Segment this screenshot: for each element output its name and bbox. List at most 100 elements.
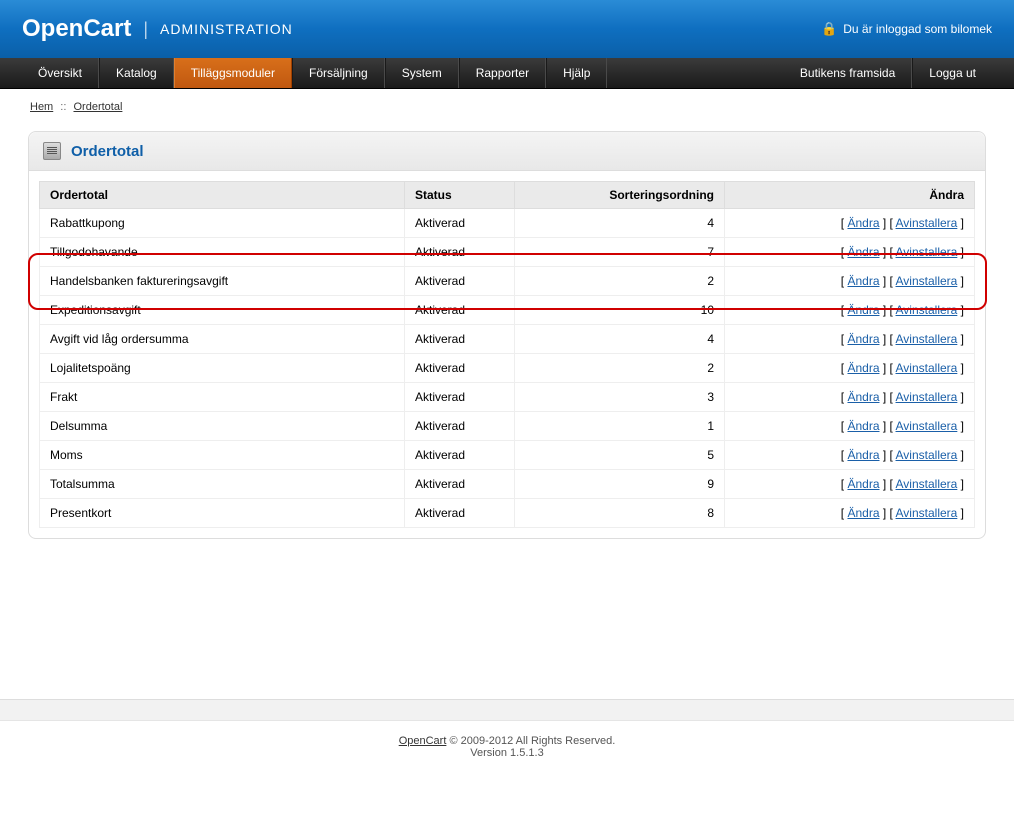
brand-subtitle: ADMINISTRATION — [160, 21, 293, 37]
cell-sort: 8 — [515, 499, 725, 528]
edit-link[interactable]: Ändra — [847, 419, 879, 433]
cell-actions: [ Ändra ] [ Avinstallera ] — [725, 296, 975, 325]
brand-separator: | — [143, 19, 148, 40]
cell-actions: [ Ändra ] [ Avinstallera ] — [725, 499, 975, 528]
nav-right-item-0[interactable]: Butikens framsida — [784, 58, 912, 88]
cell-actions: [ Ändra ] [ Avinstallera ] — [725, 209, 975, 238]
cell-sort: 9 — [515, 470, 725, 499]
cell-actions: [ Ändra ] [ Avinstallera ] — [725, 354, 975, 383]
table-row: LojalitetspoängAktiverad2[ Ändra ] [ Avi… — [40, 354, 975, 383]
cell-status: Aktiverad — [405, 499, 515, 528]
edit-link[interactable]: Ändra — [847, 274, 879, 288]
breadcrumb-home[interactable]: Hem — [30, 101, 53, 113]
cell-sort: 3 — [515, 383, 725, 412]
cell-name: Frakt — [40, 383, 405, 412]
cell-actions: [ Ändra ] [ Avinstallera ] — [725, 383, 975, 412]
edit-link[interactable]: Ändra — [847, 506, 879, 520]
cell-status: Aktiverad — [405, 267, 515, 296]
table-row: MomsAktiverad5[ Ändra ] [ Avinstallera ] — [40, 441, 975, 470]
main-nav: ÖversiktKatalogTilläggsmodulerFörsäljnin… — [0, 58, 1014, 89]
cell-name: Avgift vid låg ordersumma — [40, 325, 405, 354]
cell-sort: 10 — [515, 296, 725, 325]
table-row: FraktAktiverad3[ Ändra ] [ Avinstallera … — [40, 383, 975, 412]
table-row: Avgift vid låg ordersummaAktiverad4[ Änd… — [40, 325, 975, 354]
nav-item-5[interactable]: Rapporter — [459, 58, 546, 88]
cell-status: Aktiverad — [405, 383, 515, 412]
cell-actions: [ Ändra ] [ Avinstallera ] — [725, 441, 975, 470]
brand-logo: OpenCart — [22, 15, 131, 43]
cell-name: Lojalitetspoäng — [40, 354, 405, 383]
uninstall-link[interactable]: Avinstallera — [896, 448, 958, 462]
breadcrumb-current[interactable]: Ordertotal — [73, 101, 122, 113]
cell-status: Aktiverad — [405, 470, 515, 499]
nav-item-6[interactable]: Hjälp — [546, 58, 607, 88]
order-total-table: Ordertotal Status Sorteringsordning Ändr… — [39, 181, 975, 528]
cell-name: Totalsumma — [40, 470, 405, 499]
cell-status: Aktiverad — [405, 354, 515, 383]
uninstall-link[interactable]: Avinstallera — [896, 477, 958, 491]
uninstall-link[interactable]: Avinstallera — [896, 419, 958, 433]
cell-actions: [ Ändra ] [ Avinstallera ] — [725, 470, 975, 499]
table-row: ExpeditionsavgiftAktiverad10[ Ändra ] [ … — [40, 296, 975, 325]
cell-actions: [ Ändra ] [ Avinstallera ] — [725, 325, 975, 354]
login-text: Du är inloggad som bilomek — [843, 22, 992, 36]
uninstall-link[interactable]: Avinstallera — [896, 274, 958, 288]
footer-link[interactable]: OpenCart — [399, 735, 447, 747]
cell-name: Delsumma — [40, 412, 405, 441]
cell-sort: 1 — [515, 412, 725, 441]
nav-item-4[interactable]: System — [385, 58, 459, 88]
uninstall-link[interactable]: Avinstallera — [896, 506, 958, 520]
edit-link[interactable]: Ändra — [847, 216, 879, 230]
cell-status: Aktiverad — [405, 325, 515, 354]
panel: Ordertotal Ordertotal Status Sorteringso… — [28, 131, 986, 539]
nav-right-item-1[interactable]: Logga ut — [912, 58, 992, 88]
cell-name: Handelsbanken faktureringsavgift — [40, 267, 405, 296]
col-sort: Sorteringsordning — [515, 182, 725, 209]
table-row: Handelsbanken faktureringsavgiftAktivera… — [40, 267, 975, 296]
nav-item-1[interactable]: Katalog — [99, 58, 174, 88]
calculator-icon — [43, 142, 61, 160]
footer: OpenCart © 2009-2012 All Rights Reserved… — [0, 721, 1014, 773]
cell-actions: [ Ändra ] [ Avinstallera ] — [725, 238, 975, 267]
table-row: TotalsummaAktiverad9[ Ändra ] [ Avinstal… — [40, 470, 975, 499]
panel-title: Ordertotal — [71, 143, 144, 160]
lock-icon: 🔒 — [821, 21, 837, 37]
cell-actions: [ Ändra ] [ Avinstallera ] — [725, 412, 975, 441]
cell-status: Aktiverad — [405, 238, 515, 267]
edit-link[interactable]: Ändra — [847, 390, 879, 404]
cell-actions: [ Ändra ] [ Avinstallera ] — [725, 267, 975, 296]
breadcrumb: Hem :: Ordertotal — [0, 89, 1014, 125]
table-row: DelsummaAktiverad1[ Ändra ] [ Avinstalle… — [40, 412, 975, 441]
cell-sort: 2 — [515, 267, 725, 296]
edit-link[interactable]: Ändra — [847, 477, 879, 491]
cell-sort: 4 — [515, 209, 725, 238]
edit-link[interactable]: Ändra — [847, 245, 879, 259]
cell-sort: 4 — [515, 325, 725, 354]
table-row: TillgodohavandeAktiverad7[ Ändra ] [ Avi… — [40, 238, 975, 267]
edit-link[interactable]: Ändra — [847, 448, 879, 462]
col-action: Ändra — [725, 182, 975, 209]
cell-name: Tillgodohavande — [40, 238, 405, 267]
col-name: Ordertotal — [40, 182, 405, 209]
nav-item-3[interactable]: Försäljning — [292, 58, 385, 88]
panel-header: Ordertotal — [29, 132, 985, 171]
breadcrumb-separator: :: — [60, 101, 66, 113]
edit-link[interactable]: Ändra — [847, 303, 879, 317]
edit-link[interactable]: Ändra — [847, 361, 879, 375]
nav-item-2[interactable]: Tilläggsmoduler — [174, 58, 292, 88]
edit-link[interactable]: Ändra — [847, 332, 879, 346]
cell-sort: 7 — [515, 238, 725, 267]
uninstall-link[interactable]: Avinstallera — [896, 303, 958, 317]
uninstall-link[interactable]: Avinstallera — [896, 361, 958, 375]
cell-name: Moms — [40, 441, 405, 470]
footer-version: Version 1.5.1.3 — [470, 747, 543, 759]
cell-status: Aktiverad — [405, 441, 515, 470]
uninstall-link[interactable]: Avinstallera — [896, 245, 958, 259]
uninstall-link[interactable]: Avinstallera — [896, 390, 958, 404]
uninstall-link[interactable]: Avinstallera — [896, 216, 958, 230]
login-status: 🔒 Du är inloggad som bilomek — [821, 21, 992, 37]
nav-item-0[interactable]: Översikt — [22, 58, 99, 88]
footer-copyright: © 2009-2012 All Rights Reserved. — [446, 735, 615, 747]
uninstall-link[interactable]: Avinstallera — [896, 332, 958, 346]
cell-status: Aktiverad — [405, 412, 515, 441]
